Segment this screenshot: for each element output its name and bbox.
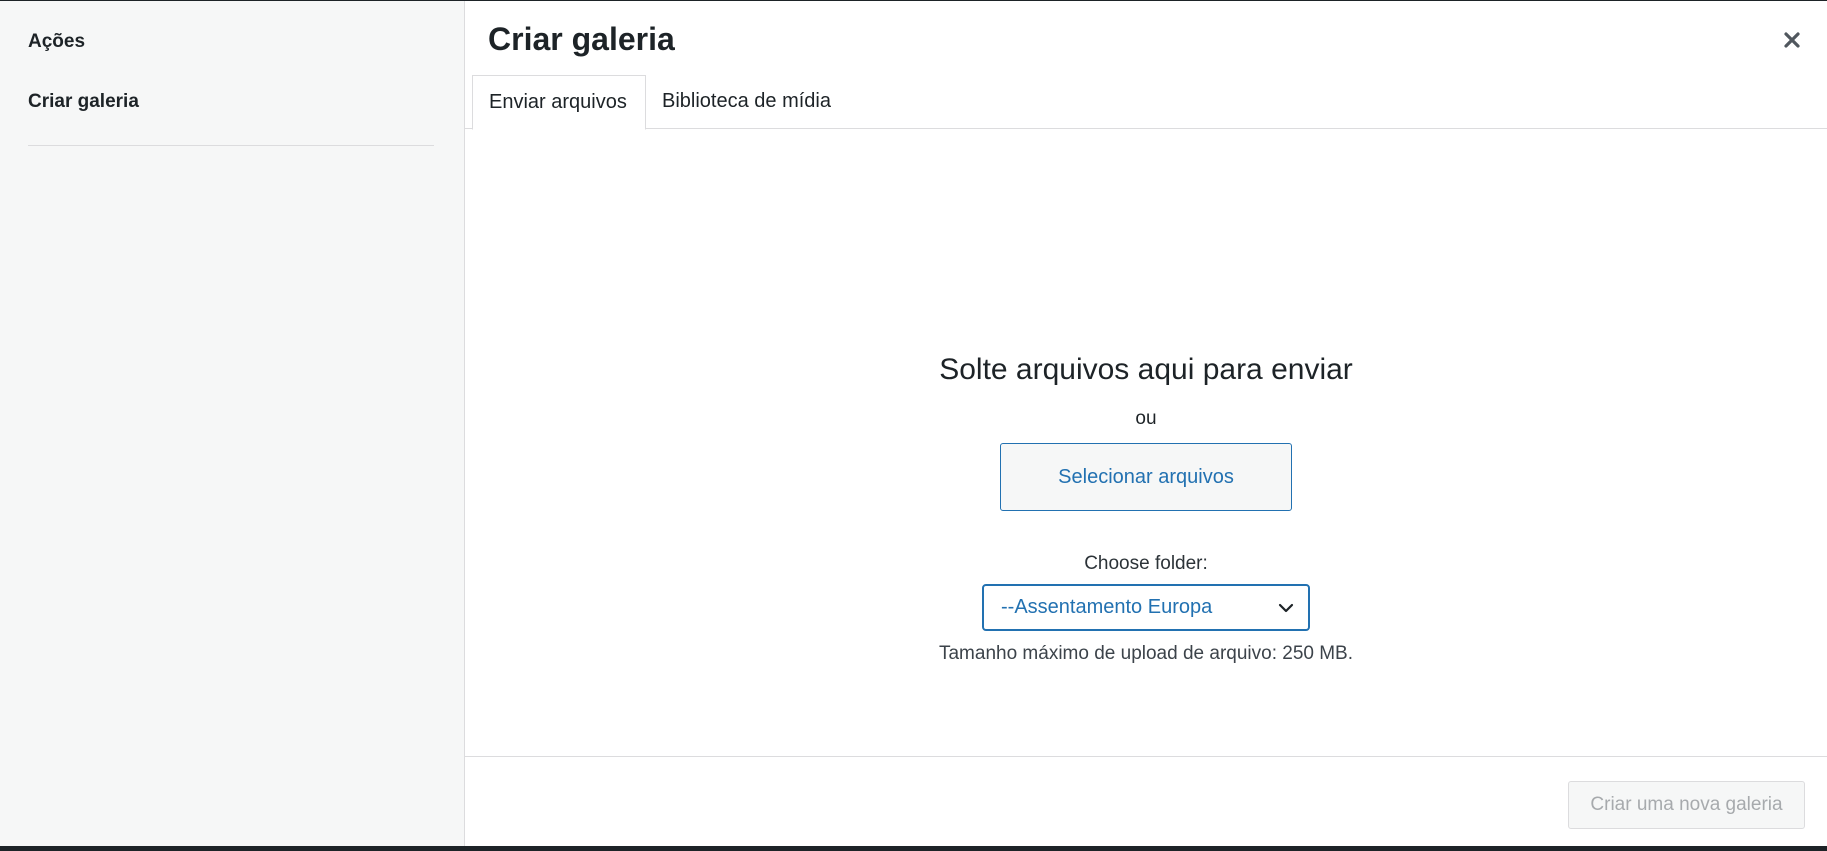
- tab-media-library[interactable]: Biblioteca de mídia: [646, 75, 847, 129]
- tab-bar: Enviar arquivos Biblioteca de mídia: [465, 75, 1827, 130]
- media-modal: Ações Criar galeria Criar galeria Enviar…: [0, 1, 1827, 846]
- sidebar-divider: [28, 145, 434, 146]
- modal-footer: Criar uma nova galeria: [465, 756, 1827, 846]
- tab-upload-files[interactable]: Enviar arquivos: [472, 75, 646, 130]
- close-icon: [1784, 32, 1800, 48]
- modal-title: Criar galeria: [488, 21, 675, 57]
- select-files-button[interactable]: Selecionar arquivos: [1000, 443, 1292, 511]
- drop-instructions: Solte arquivos aqui para enviar: [939, 353, 1353, 386]
- or-separator: ou: [1135, 408, 1157, 429]
- max-upload-size: Tamanho máximo de upload de arquivo: 250…: [938, 643, 1354, 664]
- create-gallery-button[interactable]: Criar uma nova galeria: [1568, 781, 1805, 829]
- upload-drop-zone[interactable]: Solte arquivos aqui para enviar ou Selec…: [465, 129, 1827, 757]
- sidebar-heading: Ações: [28, 31, 86, 52]
- modal-sidebar: Ações Criar galeria: [0, 1, 465, 846]
- choose-folder-label: Choose folder:: [1084, 553, 1208, 574]
- folder-select-value: --Assentamento Europa: [1001, 596, 1213, 618]
- modal-content: Criar galeria Enviar arquivos Biblioteca…: [465, 1, 1827, 846]
- folder-select[interactable]: --Assentamento Europa: [982, 584, 1310, 631]
- sidebar-item-create-gallery[interactable]: Criar galeria: [28, 91, 139, 113]
- chevron-down-icon: [1278, 603, 1294, 613]
- close-button[interactable]: [1777, 25, 1807, 55]
